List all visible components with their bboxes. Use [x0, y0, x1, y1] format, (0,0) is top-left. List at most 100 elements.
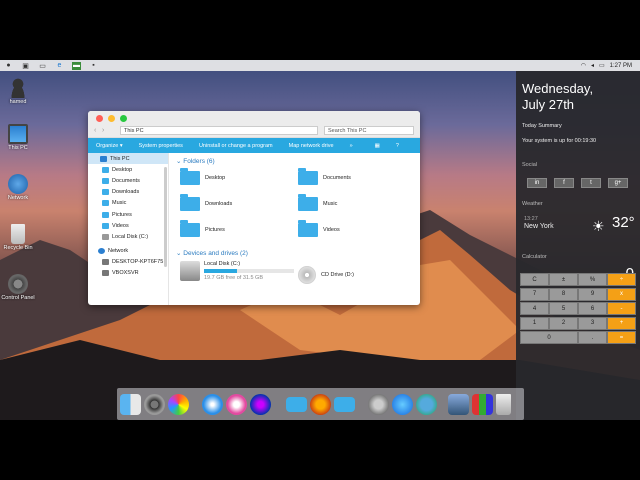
navigation-pane: This PC Desktop Documents Downloads Musi…: [88, 153, 169, 305]
map-network-drive-button[interactable]: Map network drive: [289, 143, 334, 149]
launchpad-icon[interactable]: [368, 393, 389, 415]
folder-pictures[interactable]: Pictures: [180, 220, 225, 237]
calc-key[interactable]: ÷: [607, 273, 636, 286]
desktop-icon-control-panel[interactable]: Control Panel: [0, 274, 36, 301]
drive-cd[interactable]: CD Drive (D:): [298, 266, 354, 284]
media-icon[interactable]: [472, 393, 493, 415]
calc-key[interactable]: 5: [549, 302, 578, 315]
facebook-button[interactable]: f: [554, 178, 574, 188]
folder-icon[interactable]: [286, 396, 307, 412]
forward-button[interactable]: ›: [102, 126, 104, 135]
more-button[interactable]: »: [350, 143, 353, 149]
calc-key[interactable]: 6: [578, 302, 607, 315]
organize-button[interactable]: Organize ▾: [96, 143, 123, 149]
firefox-icon[interactable]: [310, 393, 331, 415]
sidebar-item-local-disk[interactable]: Local Disk (C:): [88, 231, 168, 242]
calc-key[interactable]: C: [520, 273, 549, 286]
itunes-icon[interactable]: [226, 393, 247, 415]
settings-icon[interactable]: [144, 393, 165, 415]
explorer-icon[interactable]: ▬: [72, 61, 81, 70]
safari-icon[interactable]: [202, 393, 223, 415]
maximize-button[interactable]: [120, 115, 127, 122]
photos-icon[interactable]: [168, 393, 189, 415]
drives-section-header[interactable]: ⌄ Devices and drives (2): [176, 249, 248, 257]
uninstall-button[interactable]: Uninstall or change a program: [199, 143, 273, 149]
linkedin-button[interactable]: in: [527, 178, 547, 188]
help-icon[interactable]: ?: [396, 143, 399, 149]
calc-key[interactable]: +: [607, 316, 636, 330]
sidebar-item-pictures[interactable]: Pictures: [88, 209, 168, 220]
app-store-icon[interactable]: [392, 393, 413, 415]
minimize-button[interactable]: [108, 115, 115, 122]
address-bar[interactable]: This PC: [120, 126, 318, 135]
sidebar-item-music[interactable]: Music: [88, 198, 168, 209]
calc-key[interactable]: 8: [549, 287, 578, 301]
downloads-folder-icon: [180, 194, 200, 211]
calc-key[interactable]: %: [578, 273, 607, 286]
siri-icon[interactable]: [250, 393, 271, 415]
power-icon[interactable]: [416, 393, 437, 415]
calc-key[interactable]: =: [607, 331, 636, 344]
calc-key[interactable]: 7: [520, 287, 549, 301]
desktop-icon-this-pc[interactable]: This PC: [0, 124, 36, 151]
sidebar-scrollbar[interactable]: [164, 167, 167, 267]
monitor-icon: [8, 124, 28, 144]
sidebar-item-downloads[interactable]: Downloads: [88, 187, 168, 198]
calc-key[interactable]: 2: [549, 316, 578, 330]
folders-section-header[interactable]: ⌄ Folders (6): [176, 157, 215, 165]
window-icon-2[interactable]: ▭: [38, 62, 47, 70]
folder-documents[interactable]: Documents: [298, 168, 351, 185]
calc-key[interactable]: 4: [520, 302, 549, 315]
videos-folder-icon: [102, 222, 109, 229]
volume-icon[interactable]: ◂: [591, 62, 594, 69]
close-button[interactable]: [96, 115, 103, 122]
documents-folder-icon: [298, 168, 318, 185]
folder-desktop[interactable]: Desktop: [180, 168, 225, 185]
sidebar-item-vboxsvr[interactable]: VBOXSVR: [88, 268, 168, 279]
calc-key[interactable]: -: [607, 302, 636, 315]
sidebar-item-this-pc[interactable]: This PC: [88, 153, 168, 165]
search-input[interactable]: Search This PC: [324, 126, 414, 135]
system-properties-button[interactable]: System properties: [139, 143, 183, 149]
calc-key[interactable]: 9: [578, 287, 607, 301]
weather-time: 13:27: [524, 216, 538, 222]
sidebar-item-documents[interactable]: Documents: [88, 175, 168, 186]
trash-icon[interactable]: [496, 393, 511, 415]
folder-videos[interactable]: Videos: [298, 220, 340, 237]
wifi-icon[interactable]: ◠: [581, 62, 586, 69]
calc-key[interactable]: .: [578, 331, 607, 344]
desktop-screen: ● ▣ ▭ e ▬ ▪ ◠ ◂ ▭ 1:27 PM hamed This PC …: [0, 60, 640, 420]
clock[interactable]: 1:27 PM: [610, 63, 632, 69]
drive-usage-fill: [204, 269, 238, 273]
desktop-icon-recycle-bin[interactable]: Recycle Bin: [0, 224, 36, 251]
drive-free-space: 19.7 GB free of 31.5 GB: [204, 275, 264, 281]
back-button[interactable]: ‹: [94, 126, 96, 135]
calc-key[interactable]: ±: [549, 273, 578, 286]
desktop-icon-network[interactable]: Network: [0, 174, 36, 201]
twitter-button[interactable]: t: [581, 178, 601, 188]
sidebar-item-network[interactable]: Network: [88, 246, 168, 257]
folder-downloads[interactable]: Downloads: [180, 194, 232, 211]
calc-key[interactable]: 1: [520, 316, 549, 330]
calc-key[interactable]: x: [607, 287, 636, 301]
store-icon[interactable]: ▪: [89, 62, 98, 70]
photo-viewer-icon[interactable]: [448, 393, 469, 415]
battery-icon[interactable]: ▭: [599, 62, 605, 69]
folder-music[interactable]: Music: [298, 194, 337, 211]
googleplus-button[interactable]: g+: [608, 178, 628, 188]
sidebar-item-videos[interactable]: Videos: [88, 220, 168, 231]
documents-folder-icon[interactable]: [334, 396, 355, 412]
dock: [117, 388, 524, 420]
finder-icon[interactable]: [120, 393, 141, 415]
apple-menu-icon[interactable]: ●: [4, 62, 13, 70]
calc-key[interactable]: 0: [520, 331, 578, 344]
window-icon[interactable]: ▣: [21, 62, 30, 70]
view-options-icon[interactable]: ▦: [375, 143, 380, 149]
edge-icon[interactable]: e: [55, 62, 64, 70]
sidebar-item-desktop-pc[interactable]: DESKTOP-KPT6F75: [88, 257, 168, 268]
calc-key[interactable]: 3: [578, 316, 607, 330]
sidebar-item-desktop[interactable]: Desktop: [88, 164, 168, 175]
panel-date: July 27th: [522, 97, 575, 112]
file-explorer-window: ‹ › This PC Search This PC Organize ▾ Sy…: [88, 111, 420, 305]
desktop-icon-user[interactable]: hamed: [0, 78, 36, 105]
